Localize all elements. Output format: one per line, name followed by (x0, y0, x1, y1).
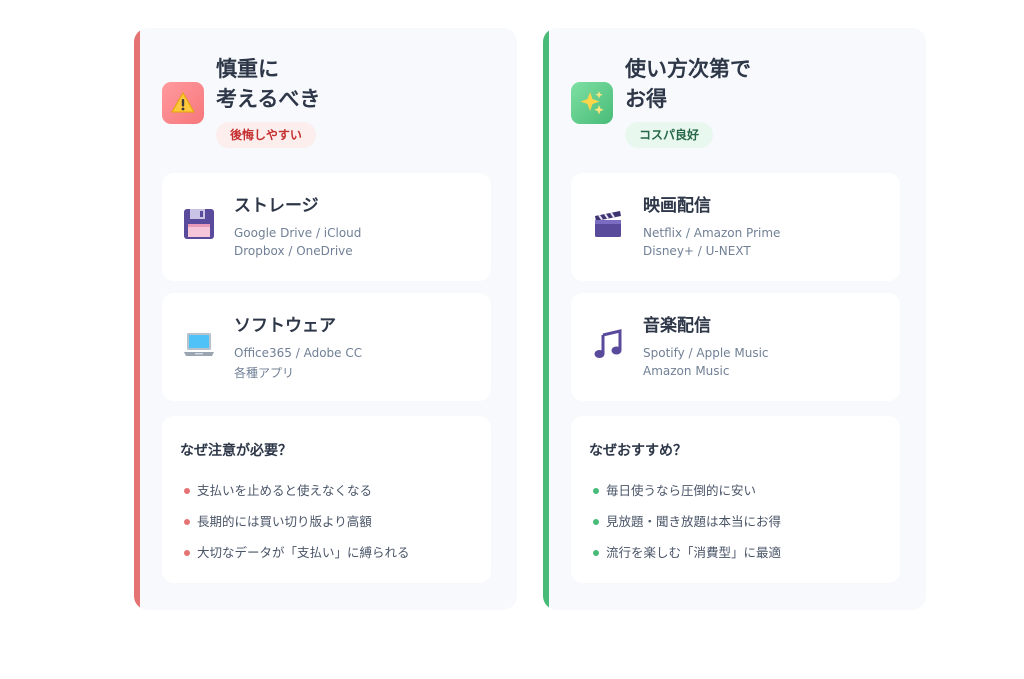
bullet-dot (593, 488, 599, 494)
clapperboard-icon (591, 207, 627, 243)
list-item-text: 見放題・聞き放題は本当にお得 (606, 514, 782, 529)
recommended-title-line1: 使い方次第で (625, 57, 751, 81)
recommended-badge: コスパ良好 (625, 122, 714, 148)
item-line-2: Disney+ / U-NEXT (643, 244, 751, 258)
list-item: 大切なデータが「支払い」に縛られる (184, 536, 410, 567)
list-item-text: 長期的には買い切り版より高額 (197, 514, 372, 529)
why-recommended-card: なぜおすすめ？ 毎日使うなら圧倒的に安い 見放題・聞き放題は本当にお得 流行を楽… (571, 416, 900, 583)
music-note-icon (591, 327, 627, 363)
item-line-2: Dropbox / OneDrive (234, 244, 353, 258)
comparison-stage: 慎重に 考えるべき 後悔しやすい ストレージ Google Drive / iC… (0, 0, 1024, 679)
warning-icon (162, 82, 204, 124)
item-title: ソフトウェア (234, 316, 336, 336)
item-line-2: 各種アプリ (234, 366, 295, 380)
recommended-title-line2: お得 (625, 87, 667, 111)
recommended-panel: 使い方次第で お得 コスパ良好 映画配信 Netflix / Amazon Pr… (543, 28, 926, 610)
item-card-storage: ストレージ Google Drive / iCloud Dropbox / On… (162, 173, 491, 281)
why-recommended-list: 毎日使うなら圧倒的に安い 見放題・聞き放題は本当にお得 流行を楽しむ「消費型」に… (593, 474, 781, 567)
item-line-2: Amazon Music (643, 364, 730, 378)
list-item-text: 流行を楽しむ「消費型」に最適 (606, 545, 782, 560)
list-item-text: 支払いを止めると使えなくなる (197, 483, 373, 498)
laptop-icon (182, 327, 218, 363)
caution-badge: 後悔しやすい (216, 122, 316, 148)
recommended-accent-bar (543, 28, 549, 610)
caution-panel: 慎重に 考えるべき 後悔しやすい ストレージ Google Drive / iC… (134, 28, 517, 610)
why-recommended-title: なぜおすすめ？ (589, 443, 687, 459)
item-line-1: Office365 / Adobe CC (234, 346, 363, 360)
caution-title: 慎重に 考えるべき (216, 54, 320, 114)
item-title: 音楽配信 (643, 316, 711, 336)
sparkles-icon (571, 82, 613, 124)
list-item-text: 大切なデータが「支払い」に縛られる (197, 545, 410, 560)
bullet-dot (593, 550, 599, 556)
bullet-dot (184, 488, 190, 494)
bullet-dot (184, 519, 190, 525)
list-item: 流行を楽しむ「消費型」に最適 (593, 536, 781, 567)
bullet-dot (593, 519, 599, 525)
list-item: 見放題・聞き放題は本当にお得 (593, 505, 781, 536)
item-line-1: Google Drive / iCloud (234, 226, 362, 240)
item-card-music-streaming: 音楽配信 Spotify / Apple Music Amazon Music (571, 293, 900, 401)
list-item: 長期的には買い切り版より高額 (184, 505, 410, 536)
list-item: 毎日使うなら圧倒的に安い (593, 474, 781, 505)
recommended-title: 使い方次第で お得 (625, 54, 751, 114)
item-card-movie-streaming: 映画配信 Netflix / Amazon Prime Disney+ / U-… (571, 173, 900, 281)
caution-accent-bar (134, 28, 140, 610)
item-title: 映画配信 (643, 196, 711, 216)
bullet-dot (184, 550, 190, 556)
floppy-disk-icon (182, 207, 218, 243)
caution-title-line1: 慎重に (216, 57, 279, 81)
why-caution-list: 支払いを止めると使えなくなる 長期的には買い切り版より高額 大切なデータが「支払… (184, 474, 410, 567)
item-title: ストレージ (234, 196, 319, 216)
list-item-text: 毎日使うなら圧倒的に安い (606, 483, 757, 498)
caution-title-line2: 考えるべき (216, 87, 321, 111)
item-line-1: Netflix / Amazon Prime (643, 226, 781, 240)
item-line-1: Spotify / Apple Music (643, 346, 769, 360)
item-card-software: ソフトウェア Office365 / Adobe CC 各種アプリ (162, 293, 491, 401)
why-caution-card: なぜ注意が必要？ 支払いを止めると使えなくなる 長期的には買い切り版より高額 大… (162, 416, 491, 583)
list-item: 支払いを止めると使えなくなる (184, 474, 410, 505)
why-caution-title: なぜ注意が必要？ (180, 443, 292, 459)
